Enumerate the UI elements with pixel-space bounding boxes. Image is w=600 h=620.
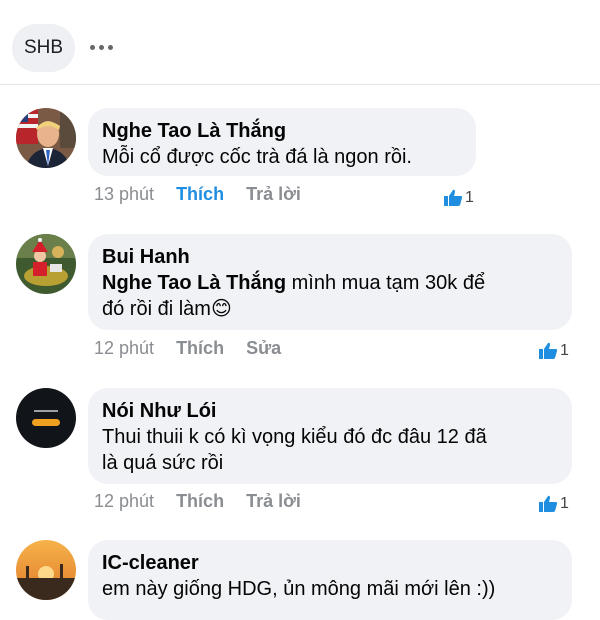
- like-button[interactable]: Thích: [176, 491, 224, 512]
- avatar[interactable]: [16, 388, 76, 448]
- edit-button[interactable]: Sửa: [246, 338, 281, 359]
- thumbs-up-icon: [444, 189, 463, 206]
- avatar[interactable]: [16, 234, 76, 294]
- avatar-dark-icon: [16, 388, 76, 448]
- page-chip-label: SHB: [24, 37, 64, 58]
- reply-button[interactable]: Trả lời: [246, 184, 301, 205]
- like-button[interactable]: Thích: [176, 338, 224, 359]
- top-bar: SHB: [0, 0, 600, 84]
- avatar[interactable]: [16, 540, 76, 600]
- comment-text: Nghe Tao Là Thắng mình mua tạm 30k để đó…: [102, 270, 558, 322]
- thumbs-up-icon: [539, 495, 558, 512]
- comment-author[interactable]: Nghe Tao Là Thắng: [102, 118, 462, 144]
- comment-bubble: IC-cleaner em này giống HDG, ủn mông mãi…: [88, 540, 572, 620]
- comment-author[interactable]: IC-cleaner: [102, 550, 558, 576]
- like-button[interactable]: Thích: [176, 184, 224, 205]
- divider: [0, 84, 600, 85]
- comment-bubble: Nói Như Lói Thui thuii k có kì vọng kiểu…: [88, 388, 572, 484]
- like-count-value: 1: [560, 342, 569, 359]
- avatar-festive-icon: [16, 234, 76, 294]
- like-count-value: 1: [560, 495, 569, 512]
- smile-emoji-icon: 😊: [210, 298, 232, 320]
- like-count-value: 1: [465, 189, 474, 206]
- comment-time: 12 phút: [94, 490, 155, 511]
- comment-author[interactable]: Nói Như Lói: [102, 398, 558, 424]
- comment-time: 12 phút: [94, 337, 155, 358]
- comment-text: Mỗi cổ được cốc trà đá là ngon rồi.: [102, 146, 412, 168]
- comment-text: Thui thuii k có kì vọng kiểu đó đc đâu 1…: [102, 424, 558, 476]
- page-chip[interactable]: SHB: [12, 24, 76, 72]
- thumbs-up-icon: [539, 342, 558, 359]
- more-horizontal-icon[interactable]: [90, 37, 114, 57]
- reply-button[interactable]: Trả lời: [246, 491, 301, 512]
- comment-text-line: Thui thuii k có kì vọng kiểu đó đc đâu 1…: [102, 426, 487, 448]
- comment-actions: 12 phút Thích Sửa: [94, 335, 281, 361]
- like-count[interactable]: 1: [538, 340, 569, 362]
- comment-text: em này giống HDG, ủn mông mãi mới lên :)…: [102, 578, 496, 600]
- comment-bubble: Nghe Tao Là Thắng Mỗi cổ được cốc trà đá…: [88, 108, 476, 176]
- avatar[interactable]: [16, 108, 76, 168]
- comment-text-line: mình mua tạm 30k để: [286, 272, 486, 294]
- comment-actions: 12 phút Thích Trả lời: [94, 488, 301, 514]
- avatar-sunset-icon: [16, 540, 76, 600]
- avatar-portrait-icon: [16, 108, 76, 168]
- comment-time: 13 phút: [94, 183, 155, 204]
- like-count[interactable]: 1: [443, 187, 474, 209]
- comment-text-line: đó rồi đi làm: [102, 298, 211, 320]
- like-count[interactable]: 1: [538, 493, 569, 515]
- comment-author[interactable]: Bui Hanh: [102, 244, 558, 270]
- comment-bubble: Bui Hanh Nghe Tao Là Thắng mình mua tạm …: [88, 234, 572, 330]
- mention-link[interactable]: Nghe Tao Là Thắng: [102, 272, 286, 294]
- comment-actions: 13 phút Thích Trả lời: [94, 181, 301, 207]
- comment-text-line: là quá sức rồi: [102, 452, 224, 474]
